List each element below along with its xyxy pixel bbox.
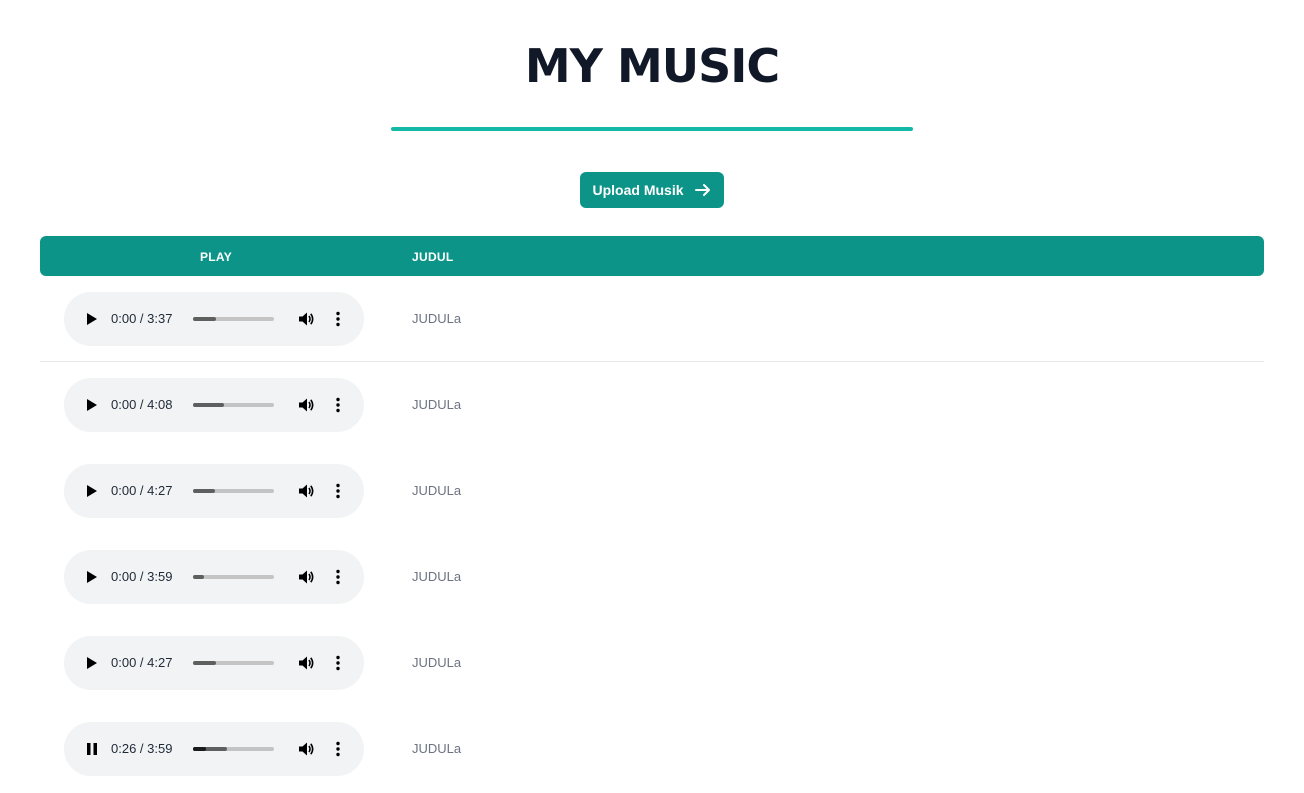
volume-icon[interactable]	[295, 394, 317, 416]
song-title: JUDULa	[412, 741, 462, 756]
seek-played	[193, 747, 206, 751]
seek-buffered	[193, 317, 216, 321]
seek-bar[interactable]	[193, 489, 274, 493]
title-underline	[391, 127, 913, 131]
more-options-icon[interactable]	[328, 394, 348, 416]
table-row: 0:00 / 3:59 JUDULa	[40, 534, 1264, 620]
play-icon[interactable]	[82, 481, 102, 501]
volume-icon[interactable]	[295, 652, 317, 674]
seek-buffered	[193, 575, 204, 579]
more-options-icon[interactable]	[328, 652, 348, 674]
seek-buffered	[193, 489, 215, 493]
volume-icon[interactable]	[295, 566, 317, 588]
page: MY MUSIC Upload Musik PLAY JUDUL 0:00 / …	[0, 0, 1304, 793]
page-title: MY MUSIC	[524, 39, 780, 93]
song-title: JUDULa	[412, 655, 462, 670]
table-row: 0:00 / 4:27 JUDULa	[40, 620, 1264, 706]
table-row: 0:00 / 4:08 JUDULa	[40, 362, 1264, 448]
audio-player[interactable]: 0:26 / 3:59	[64, 722, 364, 776]
audio-player[interactable]: 0:00 / 3:59	[64, 550, 364, 604]
volume-icon[interactable]	[295, 308, 317, 330]
table-row: 0:00 / 3:37 JUDULa	[40, 276, 1264, 362]
audio-player[interactable]: 0:00 / 4:27	[64, 636, 364, 690]
play-icon[interactable]	[82, 567, 102, 587]
upload-music-button[interactable]: Upload Musik	[580, 172, 724, 208]
time-display: 0:26 / 3:59	[111, 741, 173, 756]
music-table-body: 0:00 / 3:37 JUDULa 0:00 / 4:08 JUDULa 0:00 /…	[40, 276, 1264, 792]
song-title: JUDULa	[412, 311, 462, 326]
seek-bar[interactable]	[193, 317, 274, 321]
volume-icon[interactable]	[295, 738, 317, 760]
more-options-icon[interactable]	[328, 308, 348, 330]
table-row: 0:00 / 4:27 JUDULa	[40, 448, 1264, 534]
time-display: 0:00 / 4:27	[111, 483, 173, 498]
more-options-icon[interactable]	[328, 738, 348, 760]
play-icon[interactable]	[82, 395, 102, 415]
seek-bar[interactable]	[193, 661, 274, 665]
seek-buffered	[193, 403, 224, 407]
seek-buffered	[193, 661, 216, 665]
more-options-icon[interactable]	[328, 566, 348, 588]
time-display: 0:00 / 4:08	[111, 397, 173, 412]
play-icon[interactable]	[82, 309, 102, 329]
audio-player[interactable]: 0:00 / 3:37	[64, 292, 364, 346]
arrow-right-icon	[694, 181, 712, 199]
column-header-title: JUDUL	[412, 250, 454, 264]
time-display: 0:00 / 3:59	[111, 569, 173, 584]
volume-icon[interactable]	[295, 480, 317, 502]
pause-icon[interactable]	[82, 739, 102, 759]
song-title: JUDULa	[412, 483, 462, 498]
seek-bar[interactable]	[193, 403, 274, 407]
time-display: 0:00 / 4:27	[111, 655, 173, 670]
seek-bar[interactable]	[193, 575, 274, 579]
play-icon[interactable]	[82, 653, 102, 673]
song-title: JUDULa	[412, 569, 462, 584]
audio-player[interactable]: 0:00 / 4:27	[64, 464, 364, 518]
more-options-icon[interactable]	[328, 480, 348, 502]
audio-player[interactable]: 0:00 / 4:08	[64, 378, 364, 432]
column-header-play: PLAY	[200, 250, 233, 264]
upload-button-label: Upload Musik	[592, 182, 684, 198]
table-header: PLAY JUDUL	[40, 236, 1264, 276]
time-display: 0:00 / 3:37	[111, 311, 173, 326]
seek-bar[interactable]	[193, 747, 274, 751]
table-row: 0:26 / 3:59 JUDULa	[40, 706, 1264, 792]
song-title: JUDULa	[412, 397, 462, 412]
